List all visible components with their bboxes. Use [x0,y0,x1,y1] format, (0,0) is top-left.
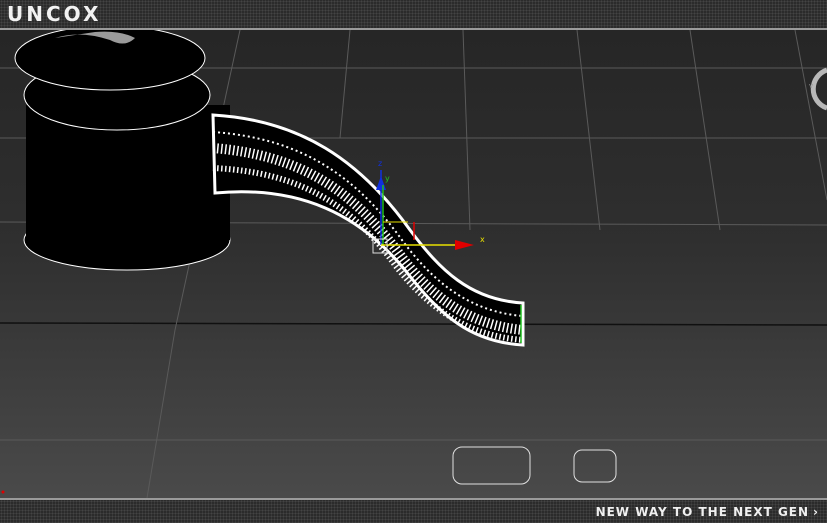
chevron-right-icon: › [813,505,819,519]
footer-tagline[interactable]: NEW WAY TO THE NEXT GEN › [596,503,819,521]
bottom-bar: NEW WAY TO THE NEXT GEN › [0,498,827,523]
gizmo-z-label: z [378,159,382,168]
brand-logo: UNCOX [7,2,102,26]
gizmo-y-label: y [385,174,390,183]
floor-shape-small[interactable] [573,449,617,483]
world-origin-marker [1,490,5,494]
gizmo-x-label: x [480,235,485,244]
gizmo-x-arrow-icon[interactable] [455,240,474,250]
3d-viewport[interactable]: z y x v [0,30,827,498]
tagline-text: NEW WAY TO THE NEXT GEN [595,505,810,519]
svg-text:v: v [809,82,813,90]
viewport-scene[interactable]: z y x v [0,30,827,498]
floor-shape-large[interactable] [452,446,531,485]
top-bar: UNCOX [0,0,827,30]
cylinder-object[interactable] [14,30,231,271]
viewcube-ring-icon[interactable]: v [809,67,827,111]
curved-ribbon-object[interactable] [211,113,525,347]
